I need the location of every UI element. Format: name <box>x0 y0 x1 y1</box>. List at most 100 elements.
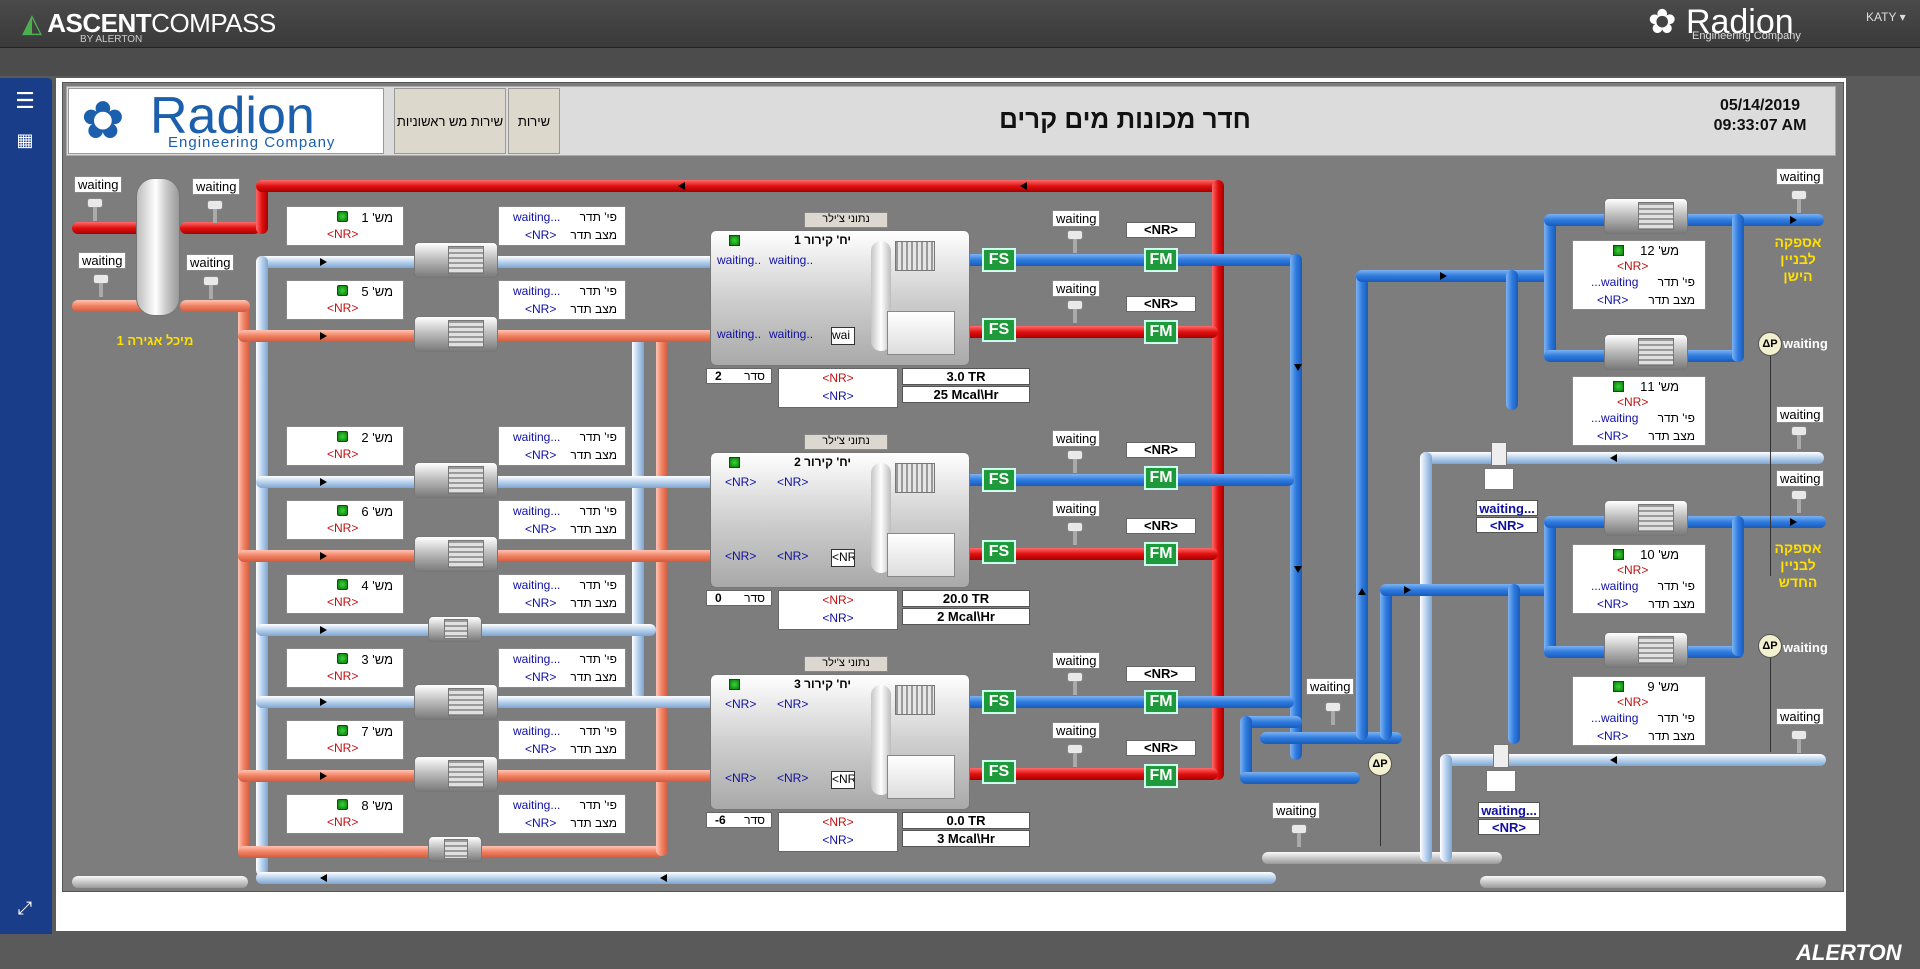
temp-sensor-icon[interactable] <box>1784 426 1814 450</box>
pump-status-10[interactable]: מש' 10 <NR> פי' תדר waiting... מצב תדר <NR> <box>1572 544 1706 614</box>
vfd-state: <NR> <box>525 302 557 316</box>
temp-sensor-icon[interactable] <box>1060 300 1090 324</box>
vfd-label: מצב תדר <box>1648 293 1695 307</box>
pump-name: מש' 1 <box>361 210 393 225</box>
vfd-label: מצב תדר <box>1648 597 1695 611</box>
radion-top-sub: Engineering Company <box>1692 30 1801 42</box>
pump-motor[interactable] <box>414 756 498 792</box>
temp-sensor-icon[interactable] <box>1060 522 1090 546</box>
pump-motor[interactable] <box>1604 334 1688 370</box>
pump-motor[interactable] <box>1604 198 1688 234</box>
temp-sensor-icon[interactable] <box>1784 190 1814 214</box>
differential-pressure-icon[interactable]: ΔP <box>1368 752 1392 776</box>
pipe <box>256 872 1276 884</box>
ascent-compass-logo[interactable]: ◭ ASCENTCOMPASS <box>22 8 276 39</box>
pump-status-3[interactable]: מש' 3 <NR> <box>286 648 404 688</box>
chiller-status: <NR> <box>822 833 854 847</box>
pump-motor[interactable] <box>414 462 498 498</box>
chiller-data-button[interactable]: נתוני צ'ילר <box>804 656 888 672</box>
temp-sensor-icon[interactable] <box>80 198 110 222</box>
chiller-title: יח' קירור 3 <box>794 677 851 691</box>
control-valve-icon[interactable] <box>1486 744 1516 794</box>
pump-status-8[interactable]: מש' 8 <NR> <box>286 794 404 834</box>
vfd-box[interactable]: waiting... <NR> פי' תדר מצב תדר <box>498 280 626 320</box>
vfd-label: מצב תדר <box>570 742 617 756</box>
pump-motor[interactable] <box>414 684 498 720</box>
differential-pressure-icon[interactable]: ΔP <box>1758 634 1782 658</box>
chiller-data-button[interactable]: נתוני צ'ילר <box>804 434 888 450</box>
flow-switch-icon[interactable]: FS <box>982 248 1016 272</box>
vfd-state: <NR> <box>1597 293 1629 307</box>
vfd-state: <NR> <box>525 742 557 756</box>
user-menu[interactable]: KATY ▾ <box>1866 10 1906 24</box>
temp-sensor-icon[interactable] <box>196 276 226 300</box>
sequence-box: 0 סדר <box>706 590 772 606</box>
expand-icon[interactable]: ⤢ <box>10 898 40 926</box>
pump-status-2[interactable]: מש' 2 <NR> <box>286 426 404 466</box>
flow-meter-icon[interactable]: FM <box>1144 466 1178 490</box>
pump-status-1[interactable]: מש' 1 <NR> <box>286 206 404 246</box>
chiller-status: <NR> <box>822 593 854 607</box>
pump-status-5[interactable]: מש' 5 <NR> <box>286 280 404 320</box>
flow-switch-icon[interactable]: FS <box>982 690 1016 714</box>
pump-name: מש' 5 <box>361 284 393 299</box>
pump-motor[interactable] <box>414 316 498 352</box>
pump-status-4[interactable]: מש' 4 <NR> <box>286 574 404 614</box>
pump-status-11[interactable]: מש' 11 <NR> פי' תדר waiting... מצב תדר <NR> <box>1572 376 1706 446</box>
sensor-label: waiting <box>1783 640 1828 655</box>
flow-arrow <box>320 772 327 780</box>
temp-sensor-icon[interactable] <box>1060 450 1090 474</box>
vfd-box[interactable]: waiting... <NR> פי' תדר מצב תדר <box>498 574 626 614</box>
pump-motor[interactable] <box>428 616 482 642</box>
tab-service[interactable]: שירות <box>508 88 560 154</box>
temp-sensor-icon[interactable] <box>86 274 116 298</box>
pipe <box>1240 772 1360 784</box>
chiller-data-button[interactable]: נתוני צ'ילר <box>804 212 888 228</box>
temp-sensor-icon[interactable] <box>1784 490 1814 514</box>
pump-motor[interactable] <box>414 242 498 278</box>
pump-status-7[interactable]: מש' 7 <NR> <box>286 720 404 760</box>
chiller-1[interactable]: יח' קירור 1 waiting.. waiting.. waiting.… <box>710 230 970 366</box>
pump-motor[interactable] <box>1604 500 1688 536</box>
storage-tank[interactable] <box>136 178 180 316</box>
temp-sensor-icon[interactable] <box>1318 702 1348 726</box>
temp-sensor-icon[interactable] <box>1060 744 1090 768</box>
flow-meter-icon[interactable]: FM <box>1144 690 1178 714</box>
flow-switch-icon[interactable]: FS <box>982 468 1016 492</box>
vfd-box[interactable]: waiting... <NR> פי' תדר מצב תדר <box>498 720 626 760</box>
vfd-state: <NR> <box>1597 597 1629 611</box>
flow-switch-icon[interactable]: FS <box>982 318 1016 342</box>
control-valve-icon[interactable] <box>1484 442 1514 492</box>
tab-primary-pumps[interactable]: שירות מש ראשוניות <box>394 88 506 154</box>
vfd-box[interactable]: waiting... <NR> פי' תדר מצב תדר <box>498 648 626 688</box>
temp-sensor-icon[interactable] <box>1784 730 1814 754</box>
vfd-box[interactable]: waiting... <NR> פי' תדר מצב תדר <box>498 794 626 834</box>
vfd-box[interactable]: waiting... <NR> פי' תדר מצב תדר <box>498 206 626 246</box>
vfd-freq: waiting... <box>1591 411 1639 425</box>
pump-motor[interactable] <box>414 536 498 572</box>
supply-new-building: אספקה לבניין החדש <box>1774 540 1822 590</box>
temp-sensor-icon[interactable] <box>1284 824 1314 848</box>
menu-icon[interactable]: ☰ <box>10 88 40 116</box>
flow-switch-icon[interactable]: FS <box>982 760 1016 784</box>
flow-switch-icon[interactable]: FS <box>982 540 1016 564</box>
temp-sensor-icon[interactable] <box>200 200 230 224</box>
flow-arrow <box>320 332 327 340</box>
vfd-box[interactable]: waiting... <NR> פי' תדר מצב תדר <box>498 500 626 540</box>
pump-status-6[interactable]: מש' 6 <NR> <box>286 500 404 540</box>
pump-status-9[interactable]: מש' 9 <NR> פי' תדר waiting... מצב תדר <NR> <box>1572 676 1706 746</box>
flow-meter-icon[interactable]: FM <box>1144 542 1178 566</box>
pump-motor[interactable] <box>1604 632 1688 668</box>
flow-meter-icon[interactable]: FM <box>1144 248 1178 272</box>
pump-motor[interactable] <box>428 836 482 862</box>
grid-icon[interactable]: ▦ <box>10 130 40 158</box>
flow-meter-icon[interactable]: FM <box>1144 320 1178 344</box>
flow-meter-icon[interactable]: FM <box>1144 764 1178 788</box>
vfd-box[interactable]: waiting... <NR> פי' תדר מצב תדר <box>498 426 626 466</box>
temp-sensor-icon[interactable] <box>1060 672 1090 696</box>
temp-sensor-icon[interactable] <box>1060 230 1090 254</box>
chiller-2[interactable]: יח' קירור 2 <NR> <NR> <NR> <NR> <NR> <box>710 452 970 588</box>
differential-pressure-icon[interactable]: ΔP <box>1758 332 1782 356</box>
chiller-3[interactable]: יח' קירור 3 <NR> <NR> <NR> <NR> <NR> <box>710 674 970 810</box>
pump-status-12[interactable]: מש' 12 <NR> פי' תדר waiting... מצב תדר <NR> <box>1572 240 1706 310</box>
